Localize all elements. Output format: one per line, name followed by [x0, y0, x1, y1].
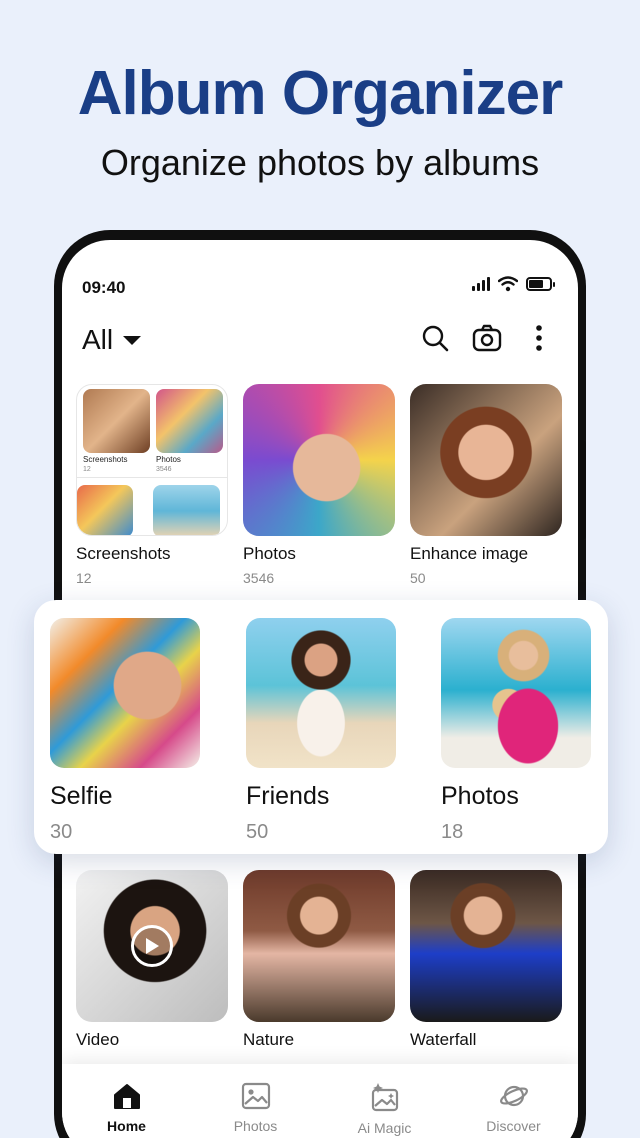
- album-tile-screenshots[interactable]: Screenshots 12 Photos 3546 Screenshots 1…: [76, 384, 228, 586]
- caret-down-icon: [123, 335, 142, 345]
- album-count: 12: [76, 570, 92, 586]
- mini-count: 3546: [156, 466, 172, 473]
- mini-count: 12: [83, 466, 91, 473]
- status-icons: [472, 276, 555, 292]
- album-thumbnail: [243, 384, 395, 536]
- battery-icon: [526, 277, 555, 291]
- album-name: Enhance image: [410, 544, 529, 563]
- album-thumbnail: [243, 870, 395, 1022]
- album-name: Friends: [246, 782, 330, 810]
- mini-label: Screenshots: [83, 455, 128, 464]
- bottom-navigation: Home Photos Ai Magic Discover: [62, 1064, 578, 1138]
- image-icon: [241, 1082, 270, 1110]
- album-count: 50: [246, 821, 269, 843]
- album-thumbnail: [441, 618, 591, 768]
- promo-subhead: Organize photos by albums: [100, 142, 540, 183]
- mini-thumb-photos: [156, 389, 223, 453]
- album-count: 30: [50, 821, 73, 843]
- status-time: 09:40: [82, 278, 126, 297]
- nav-label: Discover: [486, 1118, 541, 1134]
- planet-icon: [499, 1085, 528, 1107]
- phone-side-button: [580, 440, 586, 540]
- featured-album-photos[interactable]: Photos 18: [441, 618, 591, 844]
- nav-item-home[interactable]: Home: [72, 1082, 182, 1134]
- filter-label: All: [82, 324, 114, 355]
- featured-albums-card: Selfie 30 Friends 50 Photos 18: [34, 600, 608, 854]
- mini-thumb: [77, 485, 133, 535]
- album-name: Photos: [243, 544, 296, 563]
- album-count: 50: [410, 570, 426, 586]
- camera-icon[interactable]: [472, 322, 502, 354]
- nav-item-photos[interactable]: Photos: [201, 1082, 311, 1134]
- album-tile-photos[interactable]: Photos 3546: [243, 384, 395, 586]
- nav-label: Photos: [233, 1118, 278, 1134]
- album-tile-enhance-image[interactable]: Enhance image 50: [410, 384, 562, 586]
- more-vertical-icon[interactable]: [524, 322, 554, 354]
- album-name: Waterfall: [410, 1030, 477, 1049]
- album-count: 3546: [243, 570, 275, 586]
- album-thumbnail: [76, 870, 228, 1022]
- play-icon: [131, 925, 173, 967]
- nav-item-discover[interactable]: Discover: [459, 1082, 569, 1134]
- album-count: 18: [441, 821, 464, 843]
- album-name: Nature: [243, 1030, 295, 1049]
- album-name: Screenshots: [76, 544, 171, 563]
- mini-label: Photos: [156, 455, 181, 464]
- album-thumbnail: [246, 618, 396, 768]
- album-tile-nature[interactable]: Nature: [243, 870, 395, 1050]
- promo-headline: Album Organizer: [77, 59, 564, 128]
- featured-album-friends[interactable]: Friends 50: [246, 618, 396, 844]
- album-name: Photos: [441, 782, 519, 810]
- album-name: Selfie: [50, 782, 113, 810]
- cellular-signal-icon: [472, 277, 490, 291]
- album-filter-dropdown[interactable]: All: [82, 324, 142, 356]
- album-thumbnail: [410, 870, 562, 1022]
- sparkle-image-icon: [371, 1083, 398, 1112]
- album-tile-video[interactable]: Video: [76, 870, 228, 1050]
- nav-label: Home: [107, 1118, 146, 1134]
- search-icon[interactable]: [420, 322, 450, 354]
- album-thumbnail: Screenshots 12 Photos 3546: [76, 384, 228, 536]
- nav-item-ai-magic[interactable]: Ai Magic: [330, 1082, 440, 1136]
- wifi-icon: [498, 276, 518, 292]
- album-thumbnail: [50, 618, 200, 768]
- home-icon: [113, 1084, 140, 1109]
- top-actions: [420, 322, 554, 354]
- nav-label: Ai Magic: [357, 1120, 412, 1136]
- album-tile-waterfall[interactable]: Waterfall: [410, 870, 562, 1050]
- featured-album-selfie[interactable]: Selfie 30: [50, 618, 200, 844]
- mini-thumb-screenshots: [83, 389, 150, 453]
- album-name: Video: [76, 1030, 120, 1049]
- mini-thumb: [153, 485, 220, 535]
- album-thumbnail: [410, 384, 562, 536]
